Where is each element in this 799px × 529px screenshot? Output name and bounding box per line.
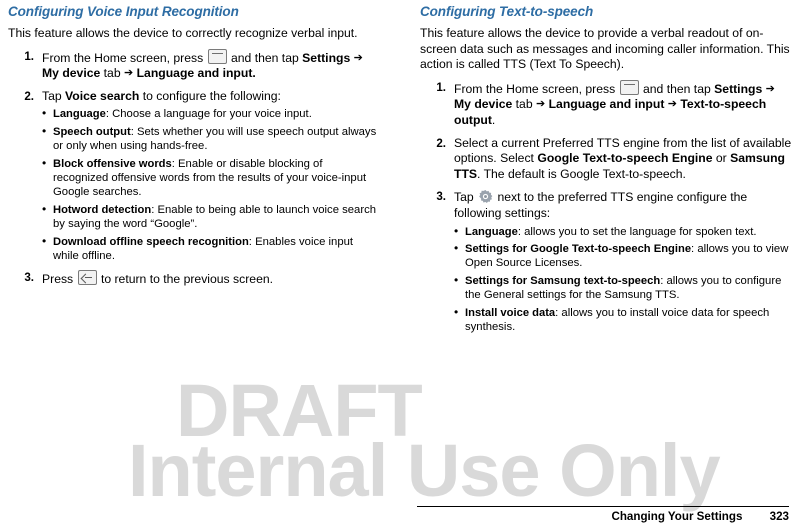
arrow-icon: ➔ [353,51,363,64]
list-item: Settings for Samsung text-to-speech: all… [454,273,792,303]
voice-search-label: Voice search [65,88,140,103]
step-1: 1. From the Home screen, press and then … [8,48,380,82]
option-term: Block offensive words [53,157,172,170]
step-text-before: Press [42,272,74,287]
my-device-label: My device [42,66,101,81]
voice-search-options-list: Language: Choose a language for your voi… [42,106,380,264]
step-text-mid: or [715,151,727,166]
page-footer: Changing Your Settings 323 [611,510,789,523]
settings-label: Settings [714,81,763,96]
list-item: Speech output: Sets whether you will use… [42,124,380,154]
option-term: Download offline speech recognition [53,235,249,248]
step-text-after: next to the preferred TTS engine configu… [454,190,748,220]
list-item: Settings for Google Text-to-speech Engin… [454,241,792,271]
manual-page: Configuring Voice Input Recognition This… [0,0,799,529]
step-number: 1. [436,80,446,94]
step-text-before: From the Home screen, press [454,81,616,96]
watermark-line-2: Internal Use Only [128,429,721,512]
option-term: Hotword detection [53,203,152,216]
step-text-mid: and then tap [642,81,711,96]
option-term: Language [465,225,518,238]
list-item: Download offline speech recognition: Ena… [42,234,380,264]
step-number: 2. [24,89,34,103]
language-and-input-label: Language and input. [136,66,256,81]
step-number: 2. [436,136,446,150]
step-number: 3. [24,271,34,285]
step-number: 1. [24,49,34,63]
page-title-voice-input: Configuring Voice Input Recognition [8,4,239,19]
arrow-icon: ➔ [765,82,775,95]
back-icon [77,270,97,286]
list-item: Language: Choose a language for your voi… [42,106,380,121]
option-term: Settings for Google Text-to-speech Engin… [465,242,692,255]
arrow-icon-2: ➔ [536,98,546,111]
step-3: 3. Tap next to the preferred TTS engine … [420,189,792,334]
settings-label: Settings [302,50,351,65]
step-text-mid: and then tap [230,50,299,65]
step-2: 2. Tap Voice search to configure the fol… [8,89,380,264]
step-text-after: . The default is Google Text-to-speech. [477,166,686,181]
option-term: Language [53,108,106,121]
step-text-before: Tap [42,88,62,103]
left-column: Configuring Voice Input Recognition This… [8,0,380,295]
period: . [491,112,496,127]
step-number: 3. [436,190,446,204]
option-term: Speech output [53,125,131,138]
tab-word: tab [515,97,533,112]
footer-chapter: Changing Your Settings [611,510,743,523]
arrow-icon-3: ➔ [667,98,677,111]
intro-paragraph-voice-input: This feature allows the device to correc… [8,26,358,40]
option-desc: : Choose a language for your voice input… [105,108,312,121]
step-text-after: to configure the following: [142,88,281,103]
footer-page-number: 323 [769,510,789,523]
right-column: Configuring Text-to-speech This feature … [420,0,792,341]
option-desc: : allows you to set the language for spo… [517,225,757,238]
step-2: 2. Select a current Preferred TTS engine… [420,136,792,183]
step-3: 3. Press to return to the previous scree… [8,270,380,288]
menu-icon [207,48,227,64]
steps-list-voice-input: 1. From the Home screen, press and then … [8,48,380,288]
footer-divider [417,506,789,507]
google-tts-engine-label: Google Text-to-speech Engine [537,151,713,166]
intro-paragraph-text-to-speech: This feature allows the device to provid… [420,26,790,72]
list-item: Block offensive words: Enable or disable… [42,156,380,200]
list-item: Hotword detection: Enable to being able … [42,202,380,232]
tab-word: tab [103,66,121,81]
arrow-icon-2: ➔ [124,67,134,80]
page-title-text-to-speech: Configuring Text-to-speech [420,4,594,19]
step-text-before: From the Home screen, press [42,50,204,65]
step-text-after: to return to the previous screen. [100,272,274,287]
step-text-before: Tap [454,190,474,205]
list-item: Install voice data: allows you to instal… [454,305,792,335]
list-item: Language: allows you to set the language… [454,224,792,239]
language-and-input-label: Language and input [548,97,665,112]
steps-list-text-to-speech: 1. From the Home screen, press and then … [420,79,792,335]
option-term: Settings for Samsung text-to-speech [465,274,661,287]
tts-settings-options-list: Language: allows you to set the language… [454,224,792,335]
watermark-line-1: DRAFT [176,369,423,452]
my-device-label: My device [454,97,513,112]
gear-icon [478,189,493,204]
option-term: Install voice data [465,306,556,319]
step-1: 1. From the Home screen, press and then … [420,79,792,129]
menu-icon [619,79,639,95]
